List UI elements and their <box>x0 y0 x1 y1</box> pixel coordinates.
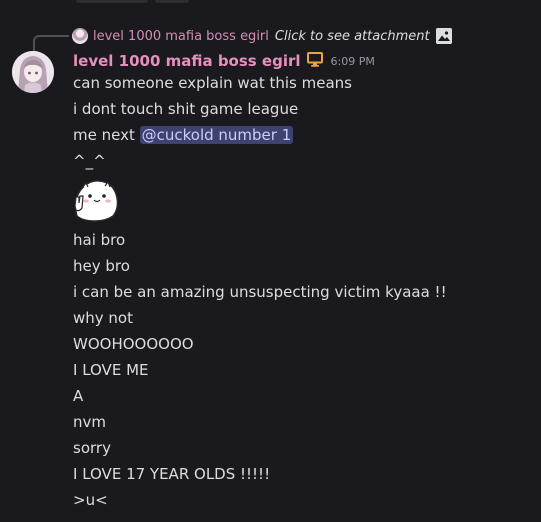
message-text: hai bro <box>73 231 126 249</box>
username[interactable]: level 1000 mafia boss egirl <box>73 52 301 70</box>
message-timestamp[interactable]: 6:09 PM <box>331 55 375 68</box>
message-header: level 1000 mafia boss egirl 6:09 PM <box>73 50 375 72</box>
message-text: why not <box>73 309 133 327</box>
message-text: WOOHOOOOOO <box>73 335 194 353</box>
message-line: I LOVE 17 YEAR OLDS !!!!! <box>73 463 533 489</box>
reply-preview[interactable]: level 1000 mafia boss egirl Click to see… <box>72 27 452 45</box>
white-blob-peace-sticker[interactable] <box>71 176 121 222</box>
reply-attachment-text[interactable]: Click to see attachment <box>275 29 430 44</box>
message-text: nvm <box>73 413 106 431</box>
message-text: I LOVE ME <box>73 361 149 379</box>
message-text: sorry <box>73 439 111 457</box>
message-list: can someone explain wat this means i don… <box>73 72 533 515</box>
message-text: ^_^ <box>73 152 106 170</box>
avatar[interactable] <box>12 51 54 93</box>
message-text: >u< <box>73 491 108 509</box>
message-text: I LOVE 17 YEAR OLDS !!!!! <box>73 465 271 483</box>
message-line: WOOHOOOOOO <box>73 333 533 359</box>
top-edge-pill <box>76 0 148 3</box>
message-line: i can be an amazing unsuspecting victim … <box>73 281 533 307</box>
message-line <box>73 176 533 229</box>
message-text: can someone explain wat this means <box>73 74 352 92</box>
message-line: nvm <box>73 411 533 437</box>
message-line: why not <box>73 307 533 333</box>
image-icon <box>435 28 452 44</box>
message-line: A <box>73 385 533 411</box>
message-line: ^_^ <box>73 150 533 176</box>
message-line: hai bro <box>73 229 533 255</box>
message-line: sorry <box>73 437 533 463</box>
message-line: me next @cuckold number 1 <box>73 124 533 150</box>
message-line: I LOVE ME <box>73 359 533 385</box>
top-edge-pill <box>155 0 189 3</box>
reply-username[interactable]: level 1000 mafia boss egirl <box>93 29 269 44</box>
user-mention[interactable]: @cuckold number 1 <box>139 126 294 144</box>
message-text-prefix: me next <box>73 126 140 144</box>
message-text: hey bro <box>73 257 130 275</box>
message-line: >u< <box>73 489 533 515</box>
message-line: i dont touch shit game league <box>73 98 533 124</box>
reply-avatar[interactable] <box>72 28 88 44</box>
message-line: hey bro <box>73 255 533 281</box>
top-edge <box>0 0 541 6</box>
message-line: can someone explain wat this means <box>73 72 533 98</box>
message-text: A <box>73 387 84 405</box>
monitor-icon <box>306 51 323 71</box>
message-text: i dont touch shit game league <box>73 100 299 118</box>
message-text: i can be an amazing unsuspecting victim … <box>73 283 447 301</box>
reply-connector-line <box>33 35 69 53</box>
